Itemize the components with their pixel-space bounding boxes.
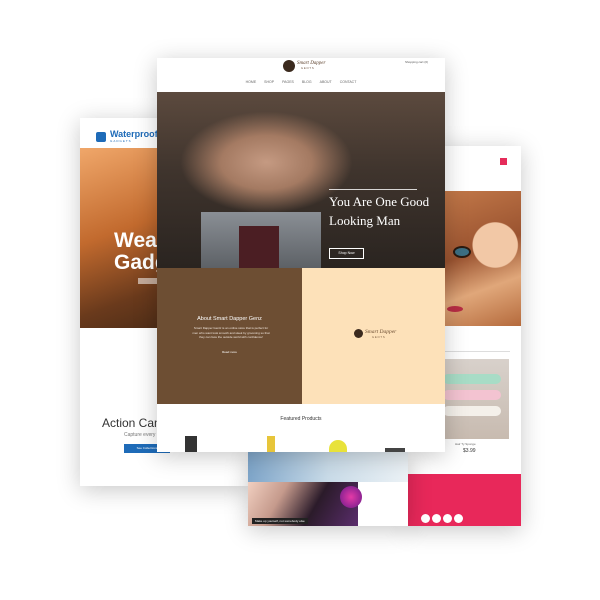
nav-pages[interactable]: PAGES <box>282 80 294 84</box>
brand-block: Smart Dapper GENTS <box>302 268 445 404</box>
hair-tie <box>443 406 501 416</box>
featured-products-section: Featured Products <box>157 404 445 452</box>
site-header: Smart Dapper GENTS Shopping cart (0) HOM… <box>157 58 445 92</box>
dots-decoration <box>421 514 463 523</box>
lips-detail <box>447 306 463 312</box>
about-text: Smart Dapper Gentz is an online store th… <box>192 326 270 339</box>
brand-tag-large: GENTS <box>372 336 386 339</box>
brand-tag: GENTS <box>301 67 315 70</box>
logo-subtext: GADGETS <box>110 139 132 143</box>
model-portrait <box>435 191 521 326</box>
tie <box>239 226 279 268</box>
product-name[interactable]: Hair Ty Sponge <box>455 442 476 446</box>
main-nav: HOME SHOP PAGES BLOG ABOUT CONTACT <box>157 80 445 84</box>
hero-divider <box>329 189 417 190</box>
shield-icon <box>96 131 106 142</box>
smart-dapper-gents-preview: Smart Dapper GENTS Shopping cart (0) HOM… <box>157 58 445 452</box>
hero-title: You Are One Good Looking Man <box>329 194 430 228</box>
product-thumb[interactable] <box>185 436 197 452</box>
dot <box>421 514 430 523</box>
hair-tie <box>443 374 501 384</box>
featured-title: Featured Products <box>280 416 322 422</box>
shop-now-button[interactable]: Shop Now <box>329 248 364 259</box>
product-thumb[interactable] <box>385 448 405 452</box>
nav-home[interactable]: HOME <box>246 80 257 84</box>
beard-logo-icon <box>354 329 363 338</box>
logo-text: Waterproof <box>110 129 158 139</box>
nav-shop[interactable]: SHOP <box>264 80 274 84</box>
product-thumb[interactable] <box>329 440 347 452</box>
flag-icon[interactable] <box>500 158 507 165</box>
beard-logo-icon[interactable] <box>283 60 295 72</box>
product-thumb[interactable] <box>267 436 275 452</box>
snow-banner <box>248 452 408 482</box>
makeup-preview: Make up yourself, not somebody else <box>248 452 408 526</box>
glitter-detail <box>340 486 362 508</box>
read-more-link[interactable]: Read more <box>157 350 302 354</box>
product-price: $3.99 <box>463 448 476 454</box>
hair-tie <box>443 390 501 400</box>
nav-blog[interactable]: BLOG <box>302 80 312 84</box>
cart-link[interactable]: Shopping cart (0) <box>405 60 428 64</box>
about-title: About Smart Dapper Genz <box>197 316 262 322</box>
about-section: About Smart Dapper Genz Smart Dapper Gen… <box>157 268 302 404</box>
nav-contact[interactable]: CONTACT <box>340 80 357 84</box>
dot <box>443 514 452 523</box>
waterproof-logo[interactable]: Waterproof GADGETS <box>96 130 158 143</box>
dot <box>432 514 441 523</box>
dot <box>454 514 463 523</box>
caption: Make up yourself, not somebody else <box>252 518 308 524</box>
eye-detail <box>453 246 471 258</box>
brand-name-large: Smart Dapper <box>365 329 397 335</box>
brand-name[interactable]: Smart Dapper <box>297 61 325 66</box>
divider <box>435 351 510 352</box>
nav-about[interactable]: ABOUT <box>320 80 332 84</box>
hero-banner: You Are One Good Looking Man Shop Now <box>157 92 445 294</box>
